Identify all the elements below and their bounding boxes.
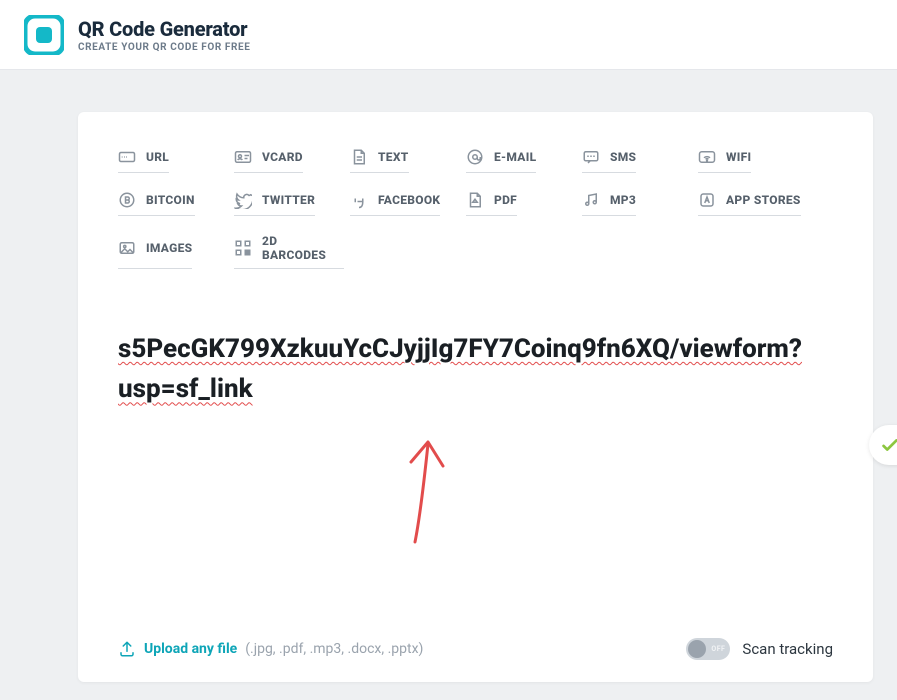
vcard-icon	[234, 148, 252, 166]
type-label: SMS	[610, 150, 636, 164]
scan-tracking-control: OFF Scan tracking	[686, 638, 833, 660]
images-icon	[118, 239, 136, 257]
content-input[interactable]: s5PecGK799XzkuuYcCJyjjIg7FY7Coinq9fn6XQ/…	[118, 329, 833, 589]
type-vcard[interactable]: VCARD	[234, 148, 303, 173]
upload-label: Upload any file	[144, 641, 237, 657]
type-label: MP3	[610, 193, 636, 207]
scan-tracking-label: Scan tracking	[742, 640, 833, 658]
type-label: VCARD	[262, 150, 303, 164]
type-label: APP STORES	[726, 193, 801, 207]
type-facebook[interactable]: FACEBOOK	[350, 191, 440, 216]
type-wifi[interactable]: WIFI	[698, 148, 751, 173]
upload-icon	[118, 640, 136, 658]
wifi-icon	[698, 148, 716, 166]
side-peek-badge[interactable]	[869, 425, 897, 465]
app-subtitle: CREATE YOUR QR CODE FOR FREE	[78, 42, 250, 53]
generator-card: URL VCARD TEXT E-MAIL SMS	[78, 112, 873, 682]
pdf-icon	[466, 191, 484, 209]
app-header: QR Code Generator CREATE YOUR QR CODE FO…	[0, 0, 897, 70]
card-footer: Upload any file (.jpg, .pdf, .mp3, .docx…	[118, 638, 833, 660]
bitcoin-icon	[118, 191, 136, 209]
barcodes-icon	[234, 239, 252, 257]
type-sms[interactable]: SMS	[582, 148, 636, 173]
type-label: BITCOIN	[146, 193, 195, 207]
mp3-icon	[582, 191, 600, 209]
text-icon	[350, 148, 368, 166]
type-label: E-MAIL	[494, 150, 536, 164]
type-email[interactable]: E-MAIL	[466, 148, 536, 173]
type-label: URL	[146, 150, 169, 164]
type-pdf[interactable]: PDF	[466, 191, 517, 216]
toggle-state: OFF	[711, 645, 725, 653]
checkmark-icon	[879, 434, 897, 456]
input-line-2: usp=sf_link	[118, 374, 253, 404]
type-label: 2D BARCODES	[262, 234, 344, 262]
type-mp3[interactable]: MP3	[582, 191, 636, 216]
appstores-icon	[698, 191, 716, 209]
twitter-icon	[234, 191, 252, 209]
email-icon	[466, 148, 484, 166]
type-label: TEXT	[378, 150, 409, 164]
type-appstores[interactable]: APP STORES	[698, 191, 801, 216]
input-line-1: s5PecGK799XzkuuYcCJyjjIg7FY7Coinq9fn6XQ/…	[118, 334, 802, 364]
scan-tracking-toggle[interactable]: OFF	[686, 638, 730, 660]
url-icon	[118, 148, 136, 166]
sms-icon	[582, 148, 600, 166]
facebook-icon	[350, 191, 368, 209]
type-text[interactable]: TEXT	[350, 148, 409, 173]
type-label: PDF	[494, 193, 517, 207]
type-label: IMAGES	[146, 241, 192, 255]
type-label: FACEBOOK	[378, 193, 440, 207]
type-bitcoin[interactable]: BITCOIN	[118, 191, 195, 216]
type-2d-barcodes[interactable]: 2D BARCODES	[234, 234, 344, 269]
upload-file-button[interactable]: Upload any file (.jpg, .pdf, .mp3, .docx…	[118, 640, 423, 658]
upload-hint: (.jpg, .pdf, .mp3, .docx, .pptx)	[245, 641, 423, 657]
type-images[interactable]: IMAGES	[118, 234, 192, 269]
app-title: QR Code Generator	[78, 17, 250, 41]
toggle-knob-icon	[688, 640, 706, 658]
content-type-grid: URL VCARD TEXT E-MAIL SMS	[118, 148, 833, 269]
type-twitter[interactable]: TWITTER	[234, 191, 315, 216]
type-label: TWITTER	[262, 193, 315, 207]
type-label: WIFI	[726, 150, 751, 164]
type-url[interactable]: URL	[118, 148, 169, 173]
brand-logo-icon	[24, 15, 64, 55]
